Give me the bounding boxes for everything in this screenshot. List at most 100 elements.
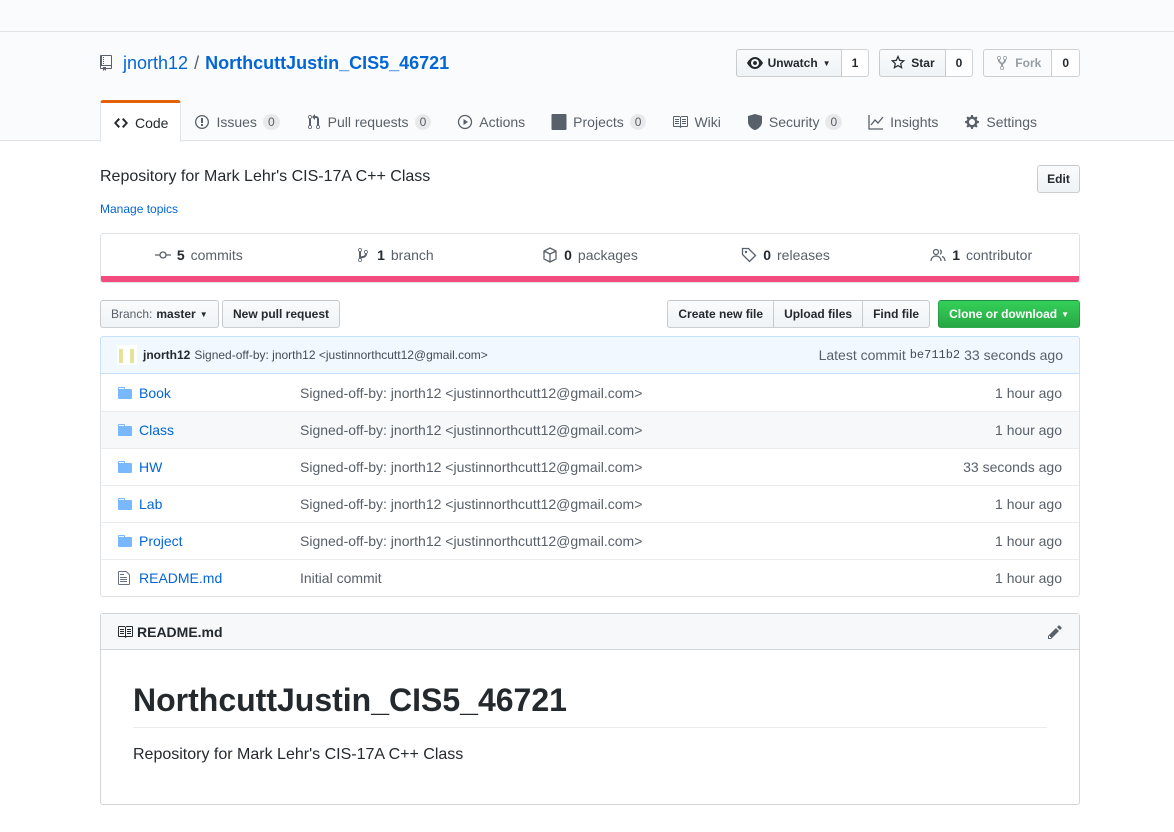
watch-count[interactable]: 1 — [841, 49, 870, 77]
repo-description: Repository for Mark Lehr's CIS-17A C++ C… — [100, 168, 431, 185]
table-row: Class Signed-off-by: jnorth12 <justinnor… — [101, 411, 1079, 448]
tab-projects-label: Projects — [573, 114, 624, 130]
file-age: 1 hour ago — [995, 570, 1062, 586]
repo-separator: / — [194, 52, 200, 73]
file-name-link[interactable]: Book — [139, 385, 300, 401]
readme-filename: README.md — [137, 623, 223, 640]
folder-icon — [101, 496, 139, 512]
file-name-link[interactable]: Lab — [139, 496, 300, 512]
tab-settings[interactable]: Settings — [951, 100, 1050, 141]
watch-button[interactable]: Unwatch ▼ — [735, 49, 842, 77]
package-icon — [542, 247, 558, 263]
file-name-link[interactable]: HW — [139, 459, 300, 475]
branch-select-button[interactable]: Branch: master ▼ — [100, 300, 219, 328]
tab-security[interactable]: Security 0 — [734, 100, 855, 141]
play-icon — [457, 114, 473, 130]
branch-icon — [355, 247, 371, 263]
tab-insights[interactable]: Insights — [855, 100, 951, 141]
watch-label: Unwatch — [767, 56, 818, 70]
create-new-file-button[interactable]: Create new file — [667, 300, 775, 328]
commit-message-link[interactable]: Signed-off-by: jnorth12 <justinnorthcutt… — [194, 348, 487, 362]
readme-paragraph: Repository for Mark Lehr's CIS-17A C++ C… — [133, 746, 464, 763]
commit-author-link[interactable]: jnorth12 — [143, 348, 190, 362]
tab-issues-label: Issues — [216, 114, 257, 130]
file-name-link[interactable]: README.md — [139, 570, 300, 586]
security-counter: 0 — [825, 114, 843, 130]
file-commit-message[interactable]: Signed-off-by: jnorth12 <justinnorthcutt… — [300, 496, 959, 512]
tab-actions[interactable]: Actions — [444, 100, 538, 141]
readme-heading: NorthcuttJustin_CIS5_46721 — [133, 682, 1047, 728]
repo-header: jnorth12 / NorthcuttJustin_CIS5_46721 Un… — [0, 32, 1174, 142]
numbers-summary: 5 commits 1 branch 0 packages 0 releases… — [100, 233, 1080, 283]
file-commit-message[interactable]: Signed-off-by: jnorth12 <justinnorthcutt… — [300, 385, 959, 401]
file-age: 1 hour ago — [995, 533, 1062, 549]
contributor-count: 1 — [952, 247, 960, 263]
tab-pull-requests[interactable]: Pull requests 0 — [293, 100, 445, 141]
file-age: 1 hour ago — [995, 496, 1062, 512]
table-row: Book Signed-off-by: jnorth12 <justinnort… — [101, 374, 1079, 411]
repo-name-link[interactable]: NorthcuttJustin_CIS5_46721 — [205, 53, 449, 74]
file-commit-message[interactable]: Signed-off-by: jnorth12 <justinnorthcutt… — [300, 422, 959, 438]
packages-label: packages — [577, 247, 638, 263]
tab-code[interactable]: Code — [100, 100, 182, 142]
repo-actions: Unwatch ▼ 1 Star 0 Fork 0 — [735, 49, 1080, 77]
branch-prefix: Branch: — [111, 307, 153, 321]
file-age: 1 hour ago — [995, 384, 1062, 401]
commit-sha-link[interactable]: be711b2 — [910, 348, 960, 362]
repo-owner-link[interactable]: jnorth12 — [123, 53, 188, 74]
branch-label: branch — [390, 247, 434, 263]
edit-description-button[interactable]: Edit — [1037, 165, 1080, 193]
releases-link[interactable]: 0 releases — [688, 247, 884, 263]
caret-down-icon: ▼ — [199, 309, 208, 319]
tab-code-label: Code — [135, 114, 169, 131]
fork-group: Fork 0 — [983, 49, 1080, 77]
packages-link[interactable]: 0 packages — [492, 247, 688, 263]
fork-button[interactable]: Fork — [983, 49, 1053, 77]
commit-meta: Latest commit be711b2 33 seconds ago — [819, 347, 1063, 363]
star-button[interactable]: Star — [879, 49, 946, 77]
issue-icon — [194, 114, 210, 130]
star-label: Star — [911, 56, 935, 70]
tab-projects[interactable]: Projects 0 — [538, 100, 659, 141]
latest-commit-label: Latest commit — [818, 347, 906, 363]
table-row: Project Signed-off-by: jnorth12 <justinn… — [101, 522, 1079, 559]
commit-icon — [154, 247, 171, 263]
issues-counter: 0 — [262, 114, 280, 130]
clone-download-button[interactable]: Clone or download ▼ — [938, 300, 1080, 328]
branch-name: master — [156, 307, 196, 321]
file-commit-message[interactable]: Initial commit — [300, 570, 959, 586]
language-bar[interactable] — [101, 276, 1079, 282]
commits-link[interactable]: 5 commits — [101, 247, 297, 263]
file-age: 1 hour ago — [995, 422, 1062, 438]
folder-icon — [101, 533, 139, 549]
avatar[interactable] — [117, 345, 137, 365]
file-name-link[interactable]: Project — [139, 533, 300, 549]
star-count[interactable]: 0 — [945, 49, 974, 77]
fork-count[interactable]: 0 — [1052, 49, 1080, 77]
file-commit-message[interactable]: Signed-off-by: jnorth12 <justinnorthcutt… — [300, 533, 959, 549]
pencil-icon[interactable] — [1047, 624, 1063, 640]
file-name-link[interactable]: Class — [139, 422, 300, 438]
projects-counter: 0 — [629, 114, 647, 130]
table-row: Lab Signed-off-by: jnorth12 <justinnorth… — [101, 485, 1079, 522]
people-icon — [930, 247, 946, 263]
tab-actions-label: Actions — [479, 114, 526, 130]
top-strip — [0, 0, 1174, 32]
tab-wiki[interactable]: Wiki — [659, 100, 733, 141]
repo-nav: Code Issues 0 Pull requests 0 Actions Pr… — [100, 100, 1050, 142]
file-actions: Create new file Upload files Find file C… — [667, 300, 1080, 328]
watch-group: Unwatch ▼ 1 — [735, 49, 870, 77]
branches-link[interactable]: 1 branch — [297, 247, 493, 263]
new-pull-request-button[interactable]: New pull request — [222, 300, 341, 328]
branch-count: 1 — [377, 247, 385, 263]
contributors-link[interactable]: 1 contributor — [883, 247, 1079, 263]
table-row: README.md Initial commit 1 hour ago — [101, 559, 1079, 596]
readme-box: README.md NorthcuttJustin_CIS5_46721 Rep… — [100, 613, 1080, 805]
file-navigation: Branch: master ▼ New pull request Create… — [100, 300, 1080, 329]
upload-files-button[interactable]: Upload files — [774, 300, 864, 328]
manage-topics-link[interactable]: Manage topics — [100, 202, 178, 216]
file-commit-message[interactable]: Signed-off-by: jnorth12 <justinnorthcutt… — [300, 459, 959, 475]
find-file-button[interactable]: Find file — [863, 300, 931, 328]
tab-issues[interactable]: Issues 0 — [181, 100, 292, 141]
tab-security-label: Security — [768, 114, 820, 130]
